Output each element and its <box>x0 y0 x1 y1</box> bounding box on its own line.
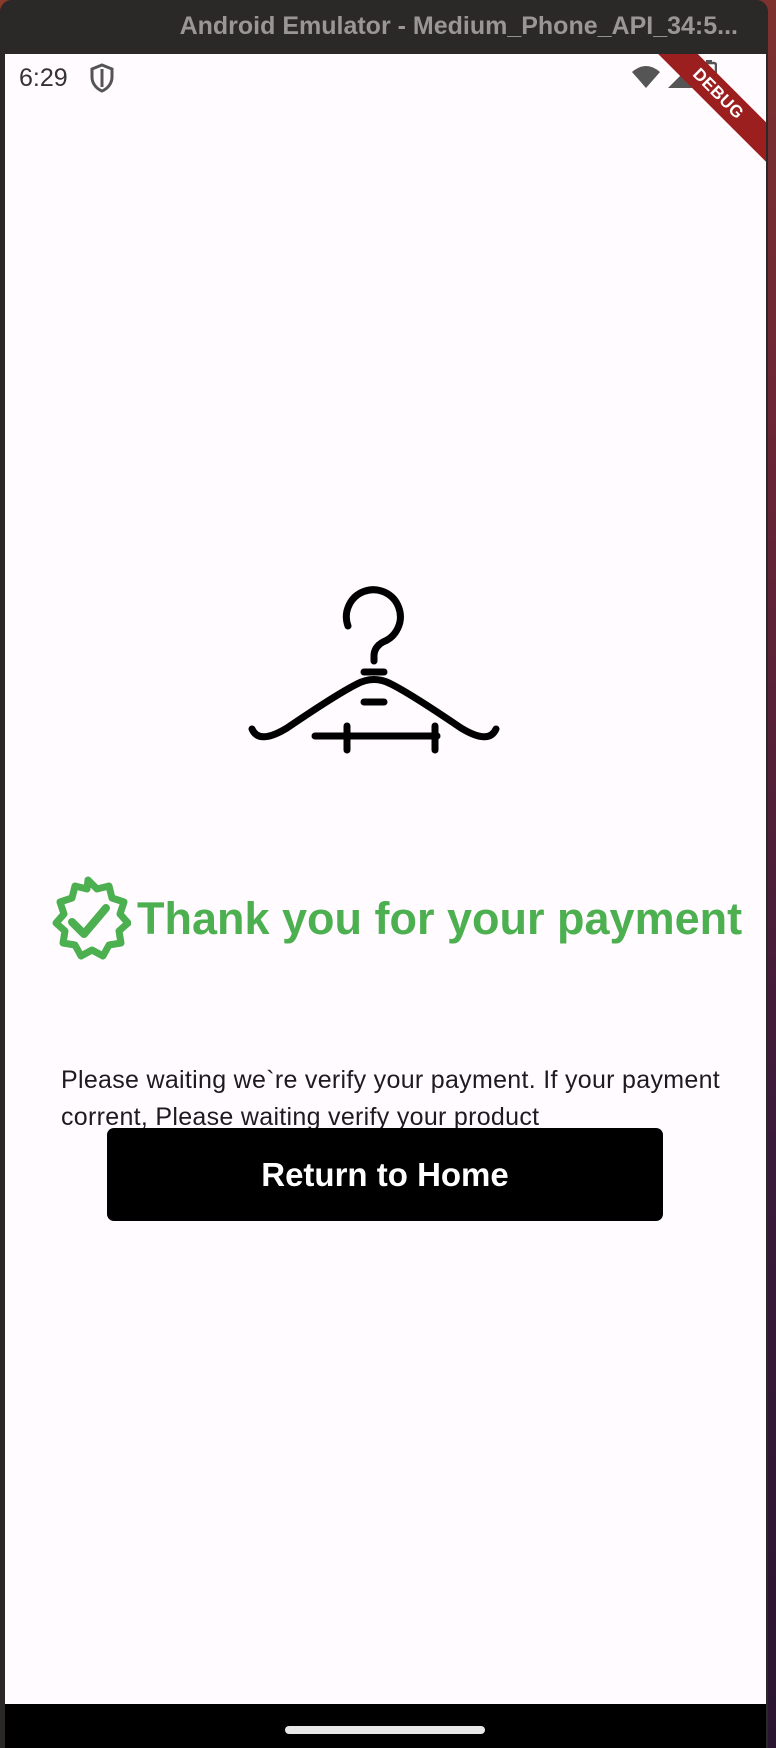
emulator-window: Android Emulator - Medium_Phone_API_34:5… <box>0 0 768 1748</box>
shield-icon <box>90 63 114 93</box>
window-title: Android Emulator - Medium_Phone_API_34:5… <box>0 0 768 52</box>
status-bar: 6:29 DEBUG <box>5 54 766 175</box>
verification-message: Please waiting we`re verify your payment… <box>61 1066 721 1131</box>
home-gesture-handle[interactable] <box>285 1726 485 1734</box>
verified-badge-icon <box>52 876 131 960</box>
wifi-icon <box>632 66 660 88</box>
status-time: 6:29 <box>19 64 68 92</box>
headline-text: Thank you for your payment <box>137 893 743 944</box>
return-home-button[interactable]: Return to Home <box>107 1128 663 1221</box>
phone-screen: 6:29 DEBUG Thank you for your payment Pl… <box>5 54 766 1704</box>
navigation-bar <box>5 1704 766 1748</box>
payment-headline: Thank you for your payment <box>45 874 745 964</box>
hanger-icon <box>248 586 500 754</box>
